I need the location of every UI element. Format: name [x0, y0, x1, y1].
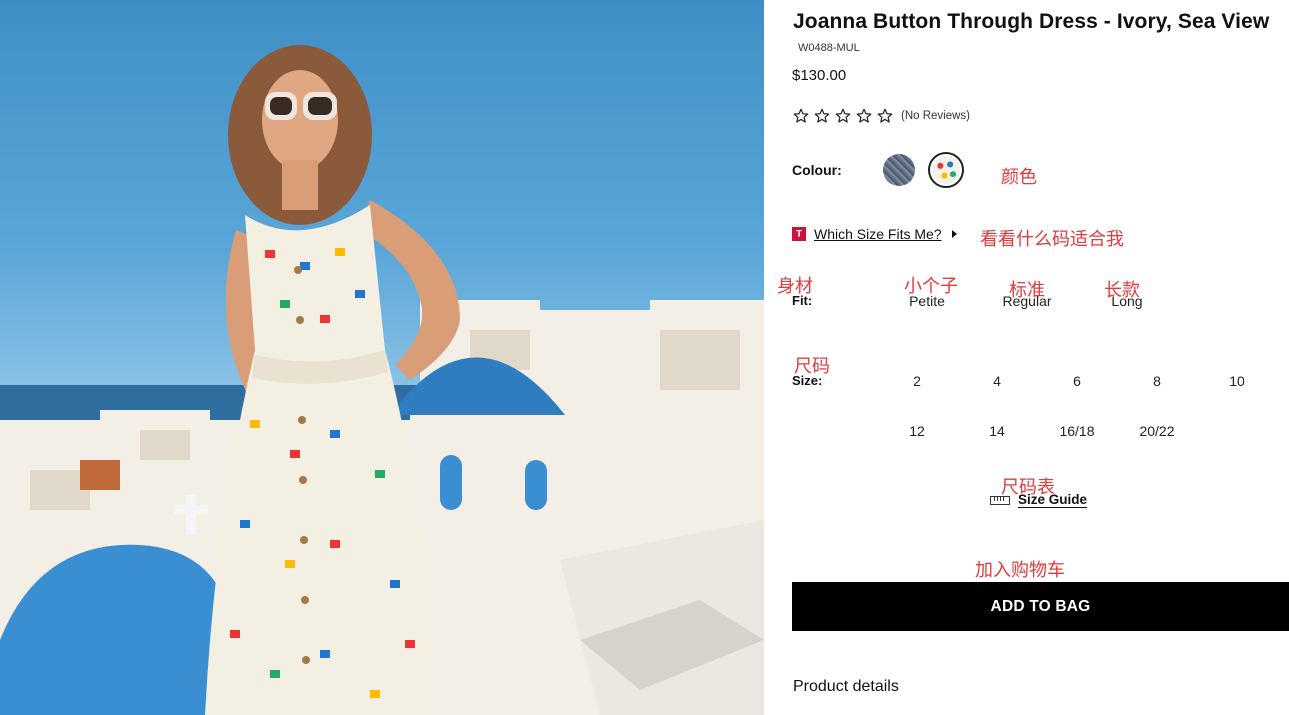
- size-option[interactable]: 6: [1042, 373, 1112, 389]
- which-size-fits-link[interactable]: T Which Size Fits Me?: [792, 226, 957, 242]
- colour-swatch-sea-view[interactable]: [928, 152, 964, 188]
- add-to-bag-button[interactable]: ADD TO BAG: [792, 582, 1289, 631]
- annotation-add-to-bag: 加入购物车: [975, 560, 1065, 581]
- swatch-print-pattern: [932, 156, 960, 184]
- size-option[interactable]: 14: [962, 423, 1032, 439]
- size-option[interactable]: 16/18: [1042, 423, 1112, 439]
- product-image[interactable]: [0, 0, 764, 715]
- size-option[interactable]: 8: [1122, 373, 1192, 389]
- fit-option-long[interactable]: Long: [1092, 293, 1162, 309]
- fit-option-regular[interactable]: Regular: [992, 293, 1062, 309]
- size-label: Size:: [792, 373, 823, 388]
- product-details-toggle[interactable]: Product details: [793, 678, 899, 696]
- star-empty-icon: [835, 108, 851, 123]
- colour-swatch-denim[interactable]: [883, 154, 915, 186]
- size-option[interactable]: 20/22: [1122, 423, 1192, 439]
- which-size-fits-text[interactable]: Which Size Fits Me?: [814, 226, 942, 242]
- star-empty-icon: [793, 108, 809, 123]
- size-option[interactable]: 12: [882, 423, 952, 439]
- annotation-colour: 颜色: [1001, 167, 1037, 188]
- size-tool-badge-icon: T: [792, 227, 806, 241]
- size-guide-text[interactable]: Size Guide: [1018, 492, 1088, 508]
- colour-label: Colour:: [792, 162, 842, 178]
- fit-label: Fit:: [792, 293, 813, 308]
- size-option[interactable]: 4: [962, 373, 1032, 389]
- ruler-icon: [990, 495, 1010, 505]
- annotation-size-fit: 看看什么码适合我: [980, 229, 1124, 250]
- product-title: Joanna Button Through Dress - Ivory, Sea…: [793, 10, 1270, 33]
- product-info-panel: Joanna Button Through Dress - Ivory, Sea…: [764, 0, 1289, 715]
- product-photo-illustration: [0, 45, 764, 715]
- star-empty-icon: [856, 108, 872, 123]
- product-sku: W0488-MUL: [798, 42, 860, 54]
- fit-option-petite[interactable]: Petite: [892, 293, 962, 309]
- rating-stars[interactable]: (No Reviews): [792, 107, 970, 125]
- size-option[interactable]: 10: [1202, 373, 1272, 389]
- reviews-count[interactable]: (No Reviews): [901, 110, 970, 122]
- star-empty-icon: [814, 108, 830, 123]
- product-price: $130.00: [792, 67, 847, 84]
- caret-right-icon: [951, 230, 957, 238]
- size-option[interactable]: 2: [882, 373, 952, 389]
- size-guide-link[interactable]: Size Guide: [990, 492, 1088, 508]
- star-empty-icon: [877, 108, 893, 123]
